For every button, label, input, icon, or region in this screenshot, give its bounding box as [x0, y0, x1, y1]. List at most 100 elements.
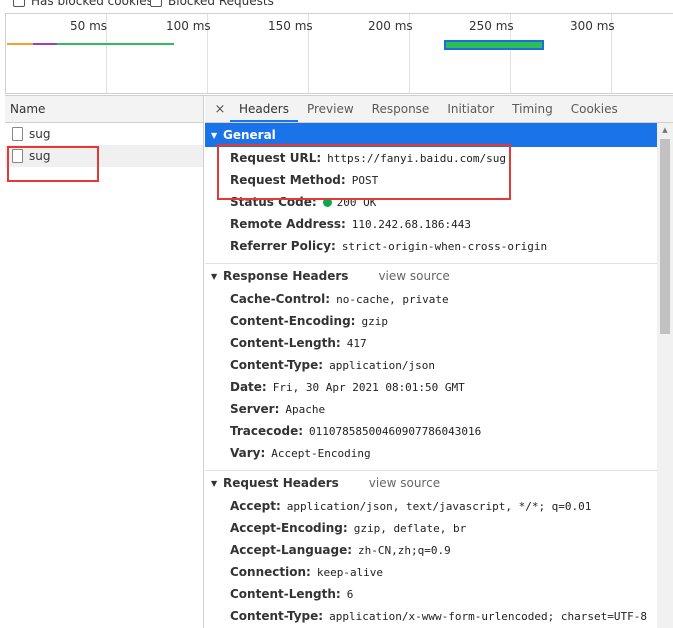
view-source-link[interactable]: view source — [378, 269, 449, 283]
referrer-policy-row: Referrer Policy: strict-origin-when-cros… — [205, 235, 657, 257]
header-row: Server: Apache — [205, 398, 657, 420]
header-key: Vary: — [230, 446, 266, 460]
header-row: Date: Fri, 30 Apr 2021 08:01:50 GMT — [205, 376, 657, 398]
header-key: Tracecode: — [230, 424, 304, 438]
tab-response[interactable]: Response — [363, 96, 439, 122]
header-row: Content-Length: 417 — [205, 332, 657, 354]
header-value: Fri, 30 Apr 2021 08:01:50 GMT — [272, 380, 465, 394]
header-key: Request Method: — [230, 173, 346, 187]
request-timing-bar[interactable] — [444, 40, 544, 50]
request-url-row: Request URL: https://fanyi.baidu.com/sug — [205, 147, 657, 169]
tab-headers[interactable]: Headers — [230, 96, 298, 122]
header-key: Content-Length: — [230, 587, 341, 601]
request-name: sug — [29, 149, 51, 163]
request-headers-title: Request Headers — [223, 476, 339, 490]
header-row: Vary: Accept-Encoding — [205, 442, 657, 464]
header-key: Accept-Language: — [230, 543, 353, 557]
request-headers-section-header[interactable]: ▼ Request Headers view source — [205, 471, 657, 495]
response-headers-section-header[interactable]: ▼ Response Headers view source — [205, 264, 657, 288]
checkbox-icon[interactable] — [150, 0, 162, 7]
filter-row: Has blocked cookies Blocked Requests — [0, 0, 673, 13]
tab-timing[interactable]: Timing — [503, 96, 562, 122]
scroll-up-arrow-icon[interactable]: ▲ — [657, 123, 673, 137]
header-value: 200 OK — [336, 195, 377, 209]
header-row: Accept: application/json, text/javascript… — [205, 495, 657, 517]
header-value: application/json, text/javascript, */*; … — [286, 499, 592, 513]
header-value: keep-alive — [316, 565, 384, 579]
header-row: Content-Encoding: gzip — [205, 310, 657, 332]
file-icon — [12, 149, 23, 163]
request-detail-panel: × Headers Preview Response Initiator Tim… — [205, 96, 673, 628]
header-key: Cache-Control: — [230, 292, 331, 306]
header-value: https://fanyi.baidu.com/sug — [327, 151, 506, 165]
general-title: General — [223, 128, 276, 142]
general-section-header[interactable]: ▼ General — [205, 123, 657, 147]
header-value: strict-origin-when-cross-origin — [341, 239, 548, 253]
tick-label: 100 ms — [166, 19, 211, 33]
tick-label: 150 ms — [268, 19, 313, 33]
status-ok-icon — [322, 197, 332, 207]
header-value: no-cache, private — [336, 292, 449, 306]
header-row: Content-Length: 6 — [205, 583, 657, 605]
header-key: Content-Encoding: — [230, 314, 356, 328]
header-value: Accept-Encoding — [271, 446, 371, 460]
request-name: sug — [29, 127, 51, 141]
general-section-body: Request URL: https://fanyi.baidu.com/sug… — [205, 147, 657, 263]
tick-label: 300 ms — [570, 19, 615, 33]
request-row[interactable]: sug — [5, 123, 203, 145]
checkbox-icon[interactable] — [13, 0, 25, 7]
triangle-down-icon: ▼ — [211, 271, 218, 281]
tick-label: 200 ms — [368, 19, 413, 33]
header-row: Content-Type: application/json — [205, 354, 657, 376]
response-headers-title: Response Headers — [223, 269, 349, 283]
tick-label: 250 ms — [469, 19, 514, 33]
headers-content: ▼ General Request URL: https://fanyi.bai… — [205, 123, 657, 628]
header-value: POST — [351, 173, 379, 187]
header-key: Status Code: — [230, 195, 317, 209]
timing-bar-green — [57, 43, 174, 45]
header-key: Accept: — [230, 499, 281, 513]
network-overview-timeline[interactable]: 50 ms 100 ms 150 ms 200 ms 250 ms 300 ms — [5, 13, 673, 94]
header-value: application/json — [329, 358, 436, 372]
close-icon[interactable]: × — [210, 96, 230, 122]
header-key: Referrer Policy: — [230, 239, 336, 253]
header-key: Date: — [230, 380, 267, 394]
detail-tabbar: × Headers Preview Response Initiator Tim… — [205, 96, 673, 123]
status-code-row: Status Code: 200 OK — [205, 191, 657, 213]
view-source-link[interactable]: view source — [369, 476, 440, 490]
name-column-header[interactable]: Name — [5, 96, 203, 123]
header-key: Accept-Encoding: — [230, 521, 348, 535]
tab-cookies[interactable]: Cookies — [562, 96, 627, 122]
header-row: Cache-Control: no-cache, private — [205, 288, 657, 310]
header-row: Accept-Language: zh-CN,zh;q=0.9 — [205, 539, 657, 561]
network-panels: Name sug sug × Headers Preview Response … — [5, 95, 673, 628]
header-value: zh-CN,zh;q=0.9 — [358, 543, 451, 557]
blocked-requests-filter[interactable]: Blocked Requests — [150, 0, 274, 8]
header-key: Content-Type: — [230, 609, 324, 623]
header-value: 110.242.68.186:443 — [351, 217, 472, 231]
remote-address-row: Remote Address: 110.242.68.186:443 — [205, 213, 657, 235]
response-headers-body: Cache-Control: no-cache, private Content-E… — [205, 288, 657, 470]
vertical-scrollbar[interactable]: ▲ — [657, 123, 673, 628]
scrollbar-thumb[interactable] — [660, 139, 670, 334]
file-icon — [12, 127, 23, 141]
timing-bar-orange — [7, 43, 33, 45]
header-row: Connection: keep-alive — [205, 561, 657, 583]
request-headers-body: Accept: application/json, text/javascript… — [205, 495, 657, 628]
header-value: gzip — [361, 314, 388, 328]
header-value: gzip, deflate, br — [353, 521, 467, 535]
header-value: 6 — [346, 587, 354, 601]
header-key: Connection: — [230, 565, 311, 579]
tab-initiator[interactable]: Initiator — [438, 96, 503, 122]
header-row: Content-Type: application/x-www-form-urle… — [205, 605, 657, 627]
has-blocked-cookies-filter[interactable]: Has blocked cookies — [13, 0, 153, 8]
header-value: 01107858500460907786043016 — [309, 424, 482, 438]
header-key: Remote Address: — [230, 217, 346, 231]
header-value: Apache — [285, 402, 326, 416]
tab-preview[interactable]: Preview — [298, 96, 363, 122]
request-row-selected[interactable]: sug — [5, 145, 203, 167]
triangle-down-icon: ▼ — [211, 478, 218, 488]
header-key: Content-Type: — [230, 358, 324, 372]
request-list-panel: Name sug sug — [5, 96, 204, 628]
header-key: Server: — [230, 402, 280, 416]
